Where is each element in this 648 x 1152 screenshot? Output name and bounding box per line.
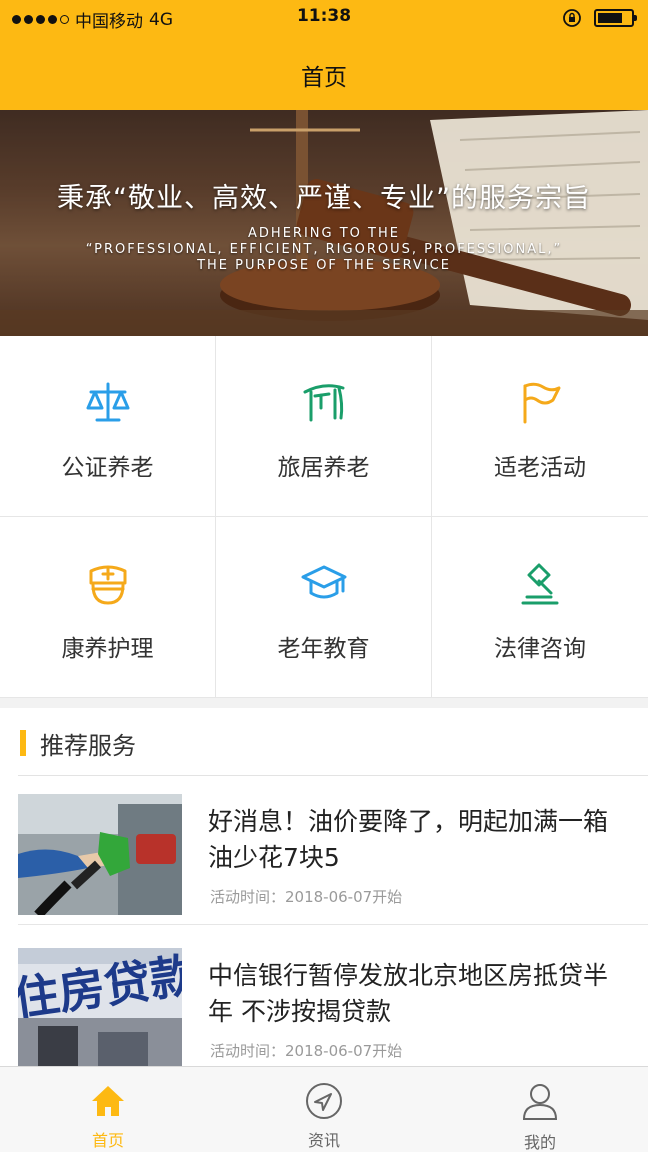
graduation-cap-icon <box>216 559 431 609</box>
status-time: 11:38 <box>296 6 352 26</box>
news-headline: 中信银行暂停发放北京地区房抵贷半年 不涉按揭贷款 <box>208 961 609 1026</box>
news-date: 活动时间：2018-06-07开始 <box>210 1042 403 1060</box>
hero-banner[interactable]: 秉承“敬业、高效、严谨、专业”的服务宗旨 ADHERING TO THE “PR… <box>0 110 648 336</box>
tab-label: 首页 <box>91 1131 124 1150</box>
fuel-nozzle-thumbnail <box>18 794 182 915</box>
service-label: 旅居养老 <box>277 455 370 481</box>
service-grid: 公证养老 旅居养老 适老活动 康养护理 老年教育 法律咨询 <box>0 336 648 698</box>
nurse-cap-icon <box>0 559 215 609</box>
page-title: 首页 <box>301 65 347 91</box>
section-accent-bar <box>20 730 26 756</box>
flag-icon <box>432 378 648 428</box>
news-item[interactable]: 住房贷款 中信银行暂停发放北京地区房抵贷半年 不涉按揭贷款 活动时间：2018-… <box>0 930 648 1070</box>
service-senior-activities[interactable]: 适老活动 <box>432 336 648 517</box>
banner-subtitle-line-2: “PROFESSIONAL, EFFICIENT, RIGOROUS, PROF… <box>85 242 563 257</box>
orientation-lock-icon <box>563 9 581 27</box>
banner-headline: 秉承“敬业、高效、严谨、专业”的服务宗旨 <box>57 183 591 214</box>
bottom-tab-bar: 首页 资讯 我的 <box>0 1066 648 1152</box>
compass-icon <box>216 1081 432 1121</box>
service-label: 公证养老 <box>61 455 154 481</box>
battery-icon <box>594 9 637 27</box>
service-health-care[interactable]: 康养护理 <box>0 517 216 698</box>
service-senior-education[interactable]: 老年教育 <box>216 517 432 698</box>
banner-subtitle-line-1: ADHERING TO THE <box>248 226 400 241</box>
service-notary-pension[interactable]: 公证养老 <box>0 336 216 517</box>
service-label: 康养护理 <box>61 636 154 662</box>
home-icon <box>0 1081 216 1121</box>
tab-news[interactable]: 资讯 <box>216 1067 432 1152</box>
service-label: 老年教育 <box>277 636 370 662</box>
gavel-icon <box>432 559 648 609</box>
recommended-section: 推荐服务 好消息！油价要降了，明起加满一箱油少花7块5 活动时间：2018-06… <box>0 708 648 1070</box>
news-headline: 好消息！油价要降了，明起加满一箱油少花7块5 <box>208 807 609 872</box>
scales-icon <box>0 378 215 428</box>
tab-label: 资讯 <box>307 1131 340 1150</box>
news-date: 活动时间：2018-06-07开始 <box>210 888 403 906</box>
status-bar: 中国移动 4G 11:38 <box>0 0 648 36</box>
service-label: 适老活动 <box>494 455 586 481</box>
user-icon <box>432 1081 648 1121</box>
gavel-book-illustration <box>0 110 648 336</box>
tab-profile[interactable]: 我的 <box>432 1067 648 1152</box>
service-label: 法律咨询 <box>494 636 586 662</box>
mortgage-loan-thumbnail: 住房贷款 <box>18 948 182 1069</box>
service-legal-consulting[interactable]: 法律咨询 <box>432 517 648 698</box>
tab-label: 我的 <box>523 1133 556 1152</box>
tab-home[interactable]: 首页 <box>0 1067 216 1152</box>
travel-gate-icon <box>216 378 431 428</box>
news-item[interactable]: 好消息！油价要降了，明起加满一箱油少花7块5 活动时间：2018-06-07开始 <box>0 776 648 926</box>
section-header: 推荐服务 <box>0 708 648 776</box>
service-travel-pension[interactable]: 旅居养老 <box>216 336 432 517</box>
section-title: 推荐服务 <box>40 732 136 760</box>
banner-subtitle-line-3: THE PURPOSE OF THE SERVICE <box>197 258 451 273</box>
nav-bar: 首页 <box>0 36 648 110</box>
